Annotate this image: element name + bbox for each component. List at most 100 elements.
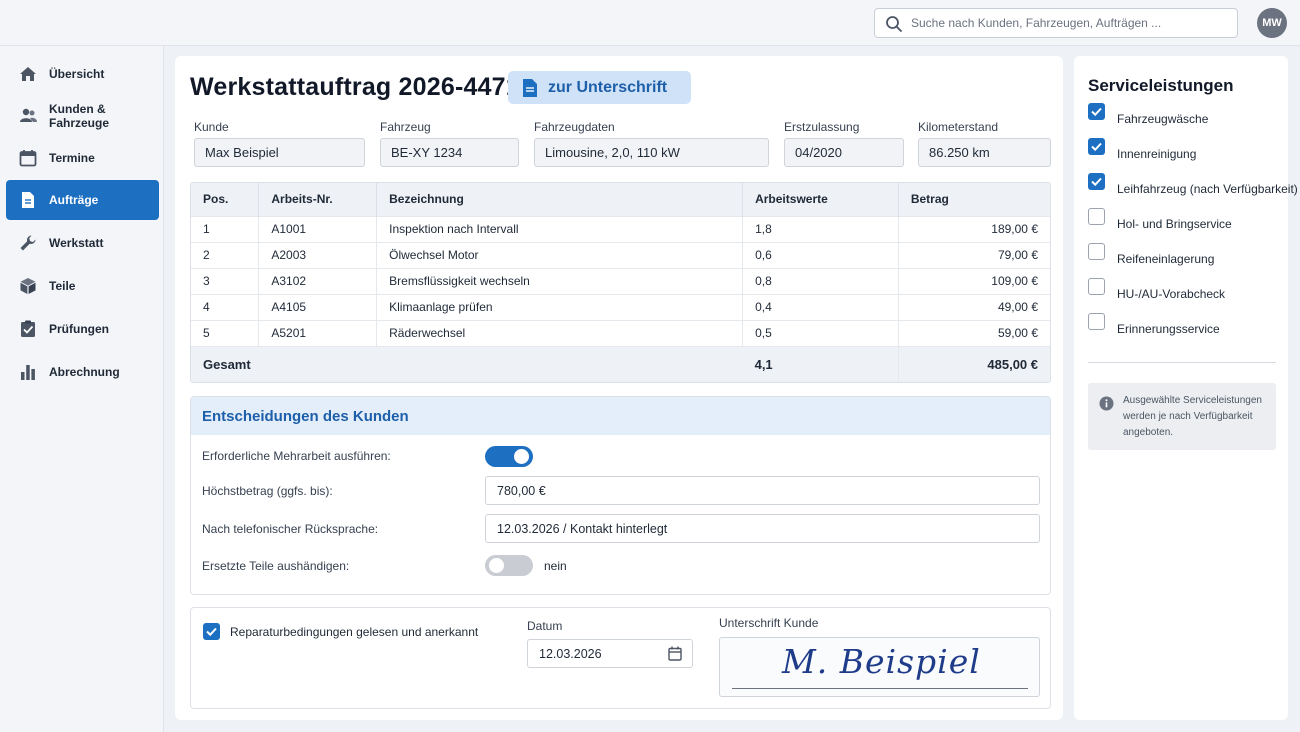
- service-label: Innenreinigung: [1117, 147, 1197, 161]
- table-cell: 59,00 €: [898, 319, 1050, 346]
- table-cell: 1: [191, 215, 260, 242]
- sidebar-item-termine[interactable]: Termine: [6, 138, 159, 178]
- table-cell: 1,8: [742, 215, 899, 242]
- service-checkbox[interactable]: [1088, 312, 1105, 330]
- users-icon: [18, 106, 38, 126]
- return-parts-label: Ersetzte Teile aushändigen:: [202, 559, 350, 573]
- vehicle-data-field[interactable]: Limousine, 2,0, 110 kW: [534, 138, 769, 167]
- table-row[interactable]: 4 A4105 Klimaanlage prüfen 0,4 49,00 €: [191, 293, 1050, 320]
- mileage-field[interactable]: 86.250 km: [918, 138, 1051, 167]
- phone-callback-label: Nach telefonischer Rücksprache:: [202, 522, 379, 536]
- order-card: Werkstattauftrag 2026-4471 zur Unterschr…: [175, 56, 1063, 720]
- table-header-row: Pos. Arbeits-Nr. Bezeichnung Arbeitswert…: [191, 183, 1050, 216]
- vehicle-label: Fahrzeug: [380, 120, 431, 134]
- service-checkbox[interactable]: [1088, 172, 1105, 190]
- extra-work-toggle[interactable]: [485, 446, 533, 467]
- service-checkbox[interactable]: [1088, 242, 1105, 260]
- check-icon: [1091, 142, 1102, 151]
- date-value: 12.03.2026: [539, 647, 602, 661]
- table-cell: 5: [191, 319, 260, 346]
- phone-callback-input[interactable]: 12.03.2026 / Kontakt hinterlegt: [485, 514, 1040, 543]
- signature-label: Unterschrift Kunde: [719, 616, 819, 630]
- calendar-icon: [18, 148, 38, 168]
- service-checkbox[interactable]: [1088, 137, 1105, 155]
- return-parts-value: nein: [544, 559, 567, 573]
- services-panel: Serviceleistungen Fahrzeugwäsche Innenre…: [1074, 56, 1298, 720]
- service-checkbox[interactable]: [1088, 102, 1105, 120]
- wrench-icon: [18, 233, 38, 253]
- table-cell: 0,6: [742, 241, 899, 268]
- check-icon: [206, 627, 217, 637]
- table-row[interactable]: 5 A5201 Räderwechsel 0,5 59,00 €: [191, 319, 1050, 346]
- table-cell: A1001: [258, 215, 378, 242]
- services-info-text: Ausgewählte Serviceleistungen werden je …: [1123, 395, 1262, 438]
- customer-field[interactable]: Max Beispiel: [194, 138, 365, 167]
- table-row[interactable]: 3 A3102 Bremsflüssigkeit wechseln 0,8 10…: [191, 267, 1050, 294]
- service-label: Hol- und Bringservice: [1117, 217, 1232, 231]
- calendar-icon[interactable]: [668, 646, 682, 661]
- sidebar-item-label: Termine: [49, 151, 95, 165]
- sidebar-item-label: Aufträge: [49, 193, 99, 207]
- search-icon: [886, 16, 902, 32]
- table-cell: 109,00 €: [898, 267, 1050, 294]
- max-amount-label: Höchstbetrag (ggfs. bis):: [202, 484, 333, 498]
- decisions-title: Entscheidungen des Kunden: [191, 397, 1050, 435]
- document-icon: [523, 78, 537, 97]
- table-cell: 0,5: [742, 319, 899, 346]
- signature-text: M. Beispiel: [782, 642, 981, 681]
- top-bar: Suche nach Kunden, Fahrzeugen, Aufträgen…: [0, 0, 1300, 46]
- total-work-values: 4,1: [742, 345, 899, 382]
- table-cell: Ölwechsel Motor: [376, 241, 744, 268]
- service-checkbox[interactable]: [1088, 207, 1105, 225]
- table-cell: A5201: [258, 319, 378, 346]
- service-label: Fahrzeugwäsche: [1117, 112, 1209, 126]
- registration-label: Erstzulassung: [784, 120, 860, 134]
- to-signature-button[interactable]: zur Unterschrift: [508, 71, 691, 104]
- table-cell: Räderwechsel: [376, 319, 744, 346]
- table-cell: 4: [191, 293, 260, 320]
- search-placeholder: Suche nach Kunden, Fahrzeugen, Aufträgen…: [911, 16, 1162, 30]
- services-title: Serviceleistungen: [1088, 76, 1234, 95]
- total-label: Gesamt: [191, 345, 743, 382]
- to-signature-label: zur Unterschrift: [548, 78, 668, 96]
- terms-label: Reparaturbedingungen gelesen und anerkan…: [230, 625, 479, 639]
- sidebar-item-abrechnung[interactable]: Abrechnung: [6, 352, 159, 392]
- service-label: Leihfahrzeug (nach Verfügbarkeit): [1117, 182, 1298, 196]
- terms-checkbox[interactable]: [203, 623, 220, 640]
- customer-label: Kunde: [194, 120, 229, 134]
- work-items-table: Pos. Arbeits-Nr. Bezeichnung Arbeitswert…: [190, 182, 1051, 383]
- table-cell: 79,00 €: [898, 241, 1050, 268]
- table-cell: Klimaanlage prüfen: [376, 293, 744, 320]
- table-cell: A4105: [258, 293, 378, 320]
- signature-pad[interactable]: M. Beispiel: [719, 637, 1040, 697]
- extra-work-label: Erforderliche Mehrarbeit ausführen:: [202, 449, 391, 463]
- registration-field[interactable]: 04/2020: [784, 138, 904, 167]
- column-header: Arbeitswerte: [742, 183, 899, 216]
- table-cell: 3: [191, 267, 260, 294]
- search-input[interactable]: Suche nach Kunden, Fahrzeugen, Aufträgen…: [874, 8, 1238, 38]
- sidebar-item-werkstatt[interactable]: Werkstatt: [6, 223, 159, 263]
- avatar[interactable]: MW: [1257, 8, 1287, 38]
- customer-decisions-panel: Entscheidungen des Kunden Erforderliche …: [190, 396, 1051, 595]
- table-total-row: Gesamt 4,1 485,00 €: [191, 345, 1050, 382]
- table-cell: Inspektion nach Intervall: [376, 215, 744, 242]
- sidebar-item-pruefungen[interactable]: Prüfungen: [6, 309, 159, 349]
- toggle-knob: [514, 449, 529, 464]
- sidebar-item-teile[interactable]: Teile: [6, 266, 159, 306]
- sidebar-item-kunden-fahrzeuge[interactable]: Kunden & Fahrzeuge: [6, 96, 159, 136]
- sidebar-item-auftraege[interactable]: Aufträge: [6, 180, 159, 220]
- table-row[interactable]: 2 A2003 Ölwechsel Motor 0,6 79,00 €: [191, 241, 1050, 268]
- vehicle-data-label: Fahrzeugdaten: [534, 120, 615, 134]
- page-title: Werkstattauftrag 2026-4471: [190, 73, 520, 101]
- table-row[interactable]: 1 A1001 Inspektion nach Intervall 1,8 18…: [191, 215, 1050, 242]
- table-cell: 0,4: [742, 293, 899, 320]
- max-amount-input[interactable]: 780,00 €: [485, 476, 1040, 505]
- sidebar-item-uebersicht[interactable]: Übersicht: [6, 54, 159, 94]
- checklist-icon: [18, 319, 38, 339]
- date-input[interactable]: 12.03.2026: [527, 639, 693, 668]
- box-icon: [18, 276, 38, 296]
- return-parts-toggle[interactable]: [485, 555, 533, 576]
- table-cell: A2003: [258, 241, 378, 268]
- vehicle-field[interactable]: BE-XY 1234: [380, 138, 519, 167]
- service-checkbox[interactable]: [1088, 277, 1105, 295]
